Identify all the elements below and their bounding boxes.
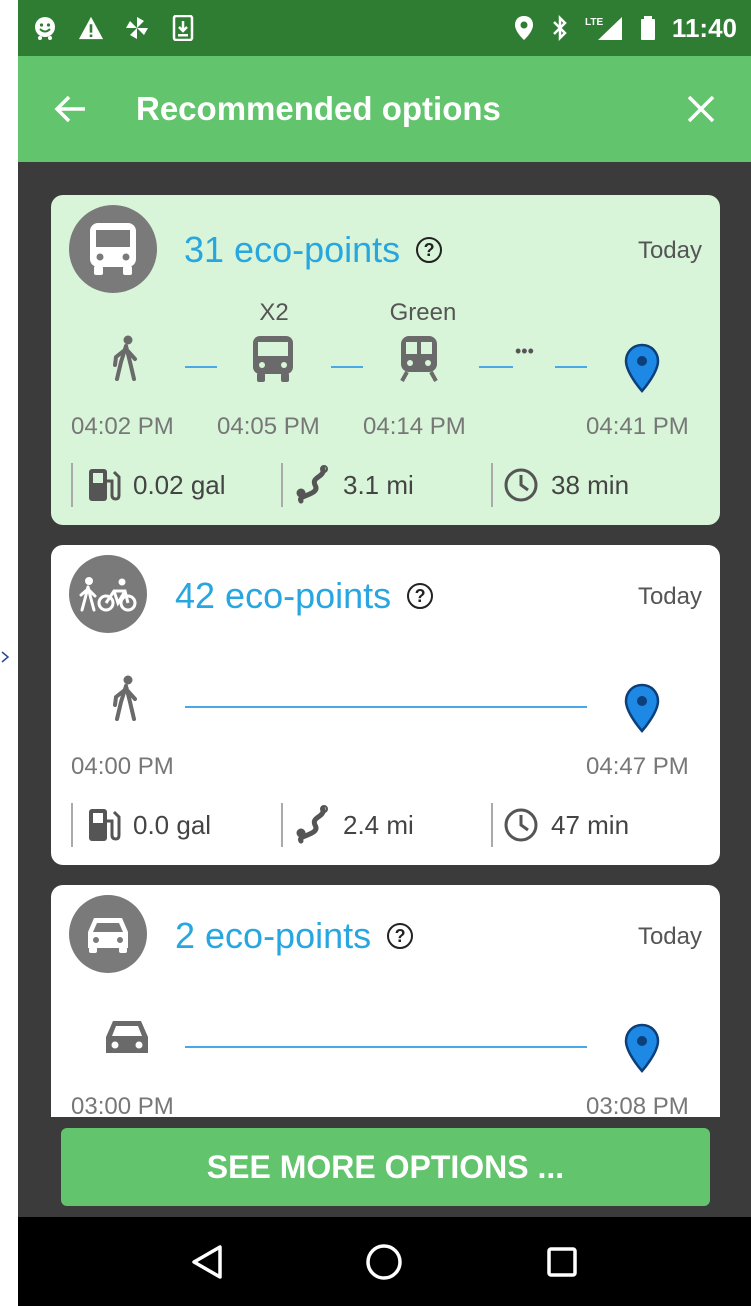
- trip-day: Today: [637, 923, 702, 950]
- route-label: X2: [259, 299, 289, 326]
- walk-icon: [113, 675, 137, 721]
- svg-text:LTE: LTE: [585, 17, 603, 28]
- see-more-bar: SEE MORE OPTIONS ...: [18, 1117, 751, 1217]
- battery-icon: [636, 15, 660, 41]
- status-bar: LTE 11:40: [18, 0, 751, 56]
- leg-connector: [331, 366, 363, 368]
- back-button[interactable]: [40, 79, 100, 139]
- distance-stat: 3.1 mi: [295, 465, 414, 505]
- distance-stat: 2.4 mi: [295, 805, 414, 845]
- distance-value: 2.4 mi: [343, 809, 414, 840]
- eco-points: 42 eco-points ?: [175, 575, 434, 617]
- fuel-pump-icon: [89, 469, 121, 501]
- destination-pin-icon: [624, 343, 660, 393]
- clock-icon: [504, 808, 538, 842]
- arrival-time: 03:08 PM: [586, 1093, 689, 1117]
- lte-signal-icon: LTE: [584, 15, 624, 41]
- leg-time: 04:02 PM: [71, 413, 174, 440]
- option-card-car[interactable]: 2 eco-points ? Today 03:00 PM 03:08 PM: [51, 885, 720, 1117]
- nav-home-button[interactable]: [359, 1237, 409, 1287]
- distance-value: 3.1 mi: [343, 469, 414, 500]
- fuel-stat: 0.02 gal: [87, 467, 226, 503]
- stat-divider: [281, 803, 283, 847]
- bluetooth-icon: [548, 15, 572, 41]
- nav-recents-button[interactable]: [537, 1237, 587, 1287]
- close-icon: [687, 95, 715, 123]
- back-triangle-icon: [192, 1244, 222, 1279]
- home-circle-icon: [366, 1243, 403, 1280]
- fuel-value: 0.0 gal: [133, 809, 212, 840]
- eco-points-label: 2 eco-points: [175, 915, 372, 956]
- duration-stat: 38 min: [503, 467, 629, 503]
- status-time: 11:40: [671, 12, 737, 43]
- duration-value: 38 min: [551, 469, 630, 500]
- eco-points: 31 eco-points ?: [184, 229, 443, 271]
- download-icon: [170, 15, 196, 41]
- leg-time: 04:14 PM: [363, 413, 466, 440]
- edge-chevron-icon: [1, 651, 10, 663]
- destination-pin-icon: [624, 683, 660, 733]
- bus-mode-icon: [69, 205, 157, 293]
- duration-value: 47 min: [551, 809, 630, 840]
- pinwheel-icon: [124, 15, 150, 41]
- page-title: Recommended options: [136, 90, 501, 127]
- train-icon: [400, 336, 438, 382]
- route-label: Green: [389, 299, 457, 326]
- warning-icon: [78, 15, 104, 41]
- start-time: 03:00 PM: [71, 1093, 174, 1117]
- clock-icon: [504, 468, 538, 502]
- car-icon: [106, 1021, 148, 1053]
- options-list[interactable]: 31 eco-points ? Today X2 Green ••• 04:02…: [18, 162, 751, 1117]
- start-time: 04:00 PM: [71, 753, 174, 780]
- leg-connector: [555, 366, 587, 368]
- route-distance-icon: [296, 805, 328, 844]
- eco-points-label: 31 eco-points: [184, 229, 401, 270]
- location-icon: [512, 15, 536, 41]
- car-mode-icon: [69, 895, 147, 973]
- close-button[interactable]: [671, 79, 731, 139]
- destination-pin-icon: [624, 1023, 660, 1073]
- stat-divider: [491, 463, 493, 507]
- stat-divider: [491, 803, 493, 847]
- option-card-walk-bike[interactable]: 42 eco-points ? Today 04:00 PM 04:47 PM …: [51, 545, 720, 865]
- walk-icon: [113, 335, 137, 381]
- eco-points-label: 42 eco-points: [175, 575, 392, 616]
- option-card-transit[interactable]: 31 eco-points ? Today X2 Green ••• 04:02…: [51, 195, 720, 525]
- help-icon[interactable]: ?: [407, 583, 434, 609]
- app-bar: Recommended options: [18, 56, 751, 162]
- arrival-time: 04:47 PM: [586, 753, 689, 780]
- route-line: [185, 1046, 587, 1048]
- fuel-value: 0.02 gal: [133, 469, 226, 500]
- bus-icon: [253, 336, 293, 382]
- stat-divider: [281, 463, 283, 507]
- leg-time: 04:05 PM: [217, 413, 320, 440]
- fuel-pump-icon: [89, 809, 121, 841]
- arrival-time: 04:41 PM: [586, 413, 689, 440]
- arrow-left-icon: [54, 95, 85, 123]
- leg-connector: [185, 366, 217, 368]
- leg-connector: [479, 366, 513, 368]
- see-more-options-button[interactable]: SEE MORE OPTIONS ...: [61, 1128, 710, 1206]
- help-icon[interactable]: ?: [387, 923, 414, 949]
- eco-points: 2 eco-points ?: [175, 915, 414, 957]
- waze-icon: [32, 15, 58, 41]
- route-distance-icon: [296, 465, 328, 504]
- more-legs-dots: •••: [515, 341, 534, 361]
- stat-divider: [71, 463, 73, 507]
- system-nav-bar: [18, 1217, 751, 1306]
- duration-stat: 47 min: [503, 807, 629, 843]
- trip-day: Today: [637, 583, 702, 610]
- stat-divider: [71, 803, 73, 847]
- phone-screen: LTE 11:40 Recommended options 31 eco-poi…: [18, 0, 751, 1306]
- help-icon[interactable]: ?: [416, 237, 443, 263]
- fuel-stat: 0.0 gal: [87, 807, 211, 843]
- recents-square-icon: [547, 1246, 577, 1277]
- route-line: [185, 706, 587, 708]
- trip-day: Today: [637, 237, 702, 264]
- walk-bike-mode-icon: [69, 555, 147, 633]
- nav-back-button[interactable]: [182, 1237, 232, 1287]
